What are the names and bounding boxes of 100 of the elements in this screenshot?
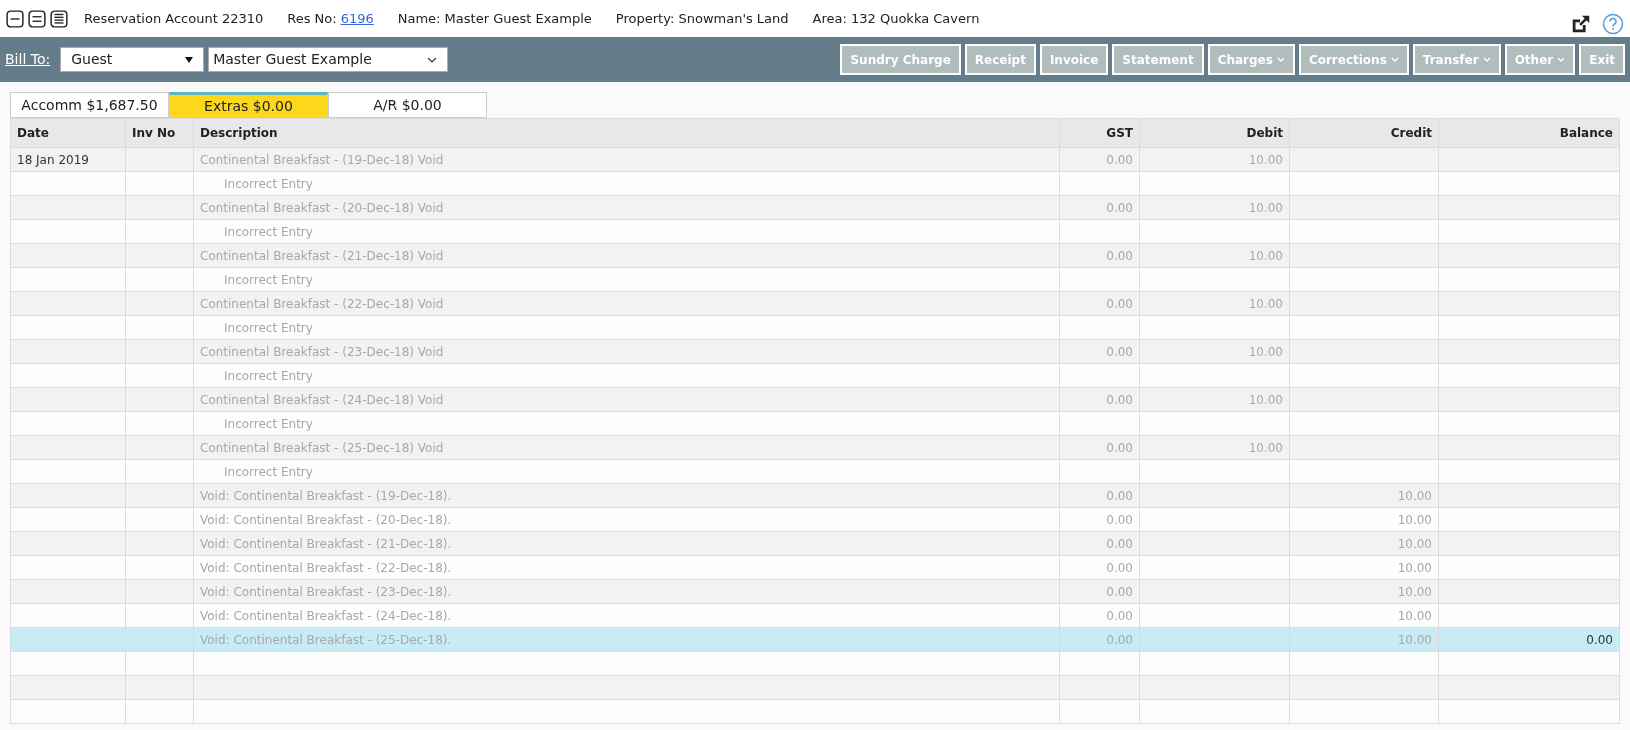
table-row[interactable]: Incorrect Entry (11, 460, 1620, 484)
table-cell-text: 0.00 (1106, 631, 1133, 649)
bill-to-select[interactable]: Guest (60, 47, 205, 72)
caret-down-icon (185, 56, 194, 63)
column-header: Credit (1390, 125, 1432, 142)
table-row[interactable]: Continental Breakfast - (25-Dec-18) Void 0.00 10.00 (11, 436, 1620, 460)
table-row[interactable]: Void: Continental Breakfast - (23-Dec-18). 0.00 10.00 (11, 580, 1620, 604)
table-cell-text: 10.00 (1397, 631, 1432, 649)
table-row[interactable]: Continental Breakfast - (23-Dec-18) Void 0.00 10.00 (11, 340, 1620, 364)
column-header: Description (200, 125, 278, 142)
table-cell-text: Void: Continental Breakfast - (22-Dec-18). (200, 559, 452, 577)
toolbar-button[interactable]: Sundry Charge (840, 44, 961, 75)
column-header: Date (17, 125, 49, 142)
table-cell-text: Continental Breakfast - (22-Dec-18) Void (200, 295, 444, 313)
table-cell-text: Incorrect Entry (223, 223, 313, 241)
column-header: Debit (1246, 125, 1283, 142)
table-row[interactable]: Void: Continental Breakfast - (21-Dec-18). 0.00 10.00 (11, 532, 1620, 556)
toolbar-button[interactable]: Charges (1207, 44, 1295, 75)
panel-icon[interactable] (28, 9, 46, 28)
toolbar-button[interactable]: Receipt (964, 44, 1036, 75)
toolbar-button[interactable]: Other (1504, 44, 1576, 75)
table-cell-text: 10.00 (1248, 439, 1283, 457)
area-name: Area: 132 Quokka Cavern (812, 9, 980, 28)
table-cell-text: Continental Breakfast - (21-Dec-18) Void (200, 247, 444, 265)
toolbar-button[interactable]: Invoice (1039, 44, 1109, 75)
table-cell-text: Incorrect Entry (223, 367, 313, 385)
table-cell-text: 10.00 (1397, 607, 1432, 625)
column-header: Balance (1559, 125, 1613, 142)
table-cell-text: 10.00 (1248, 151, 1283, 169)
table-row[interactable]: Continental Breakfast - (21-Dec-18) Void 0.00 10.00 (11, 244, 1620, 268)
chevron-down-icon (1390, 57, 1399, 62)
column-header: Inv No (132, 125, 176, 142)
chevron-down-icon (1276, 57, 1285, 62)
column-header: GST (1106, 125, 1133, 142)
table-cell-text: Incorrect Entry (223, 319, 313, 337)
table-row[interactable]: Incorrect Entry (11, 268, 1620, 292)
table-cell-text: Incorrect Entry (223, 415, 313, 433)
table-cell-text: 0.00 (1106, 439, 1133, 457)
table-row[interactable]: Incorrect Entry (11, 364, 1620, 388)
toolbar-button[interactable]: Transfer (1412, 44, 1501, 75)
table-cell-text: 0.00 (1106, 151, 1133, 169)
table-row[interactable]: Incorrect Entry (11, 316, 1620, 340)
help-icon[interactable] (1602, 12, 1624, 35)
table-cell-text: 10.00 (1248, 199, 1283, 217)
table-row[interactable]: Void: Continental Breakfast - (19-Dec-18). 0.00 10.00 (11, 484, 1620, 508)
toolbar-button[interactable]: Statement (1112, 44, 1204, 75)
table-row[interactable]: Incorrect Entry (11, 412, 1620, 436)
table-row[interactable]: 18 Jan 2019 Continental Breakfast - (19-Dec-18) Void 0.00 10.00 (11, 148, 1620, 172)
tab[interactable]: Accomm $1,687.50 (10, 92, 169, 118)
table-cell-text: Continental Breakfast - (20-Dec-18) Void (200, 199, 444, 217)
table-cell-text: Void: Continental Breakfast - (25-Dec-18). (200, 631, 452, 649)
table-row[interactable]: Void: Continental Breakfast - (20-Dec-18). 0.00 10.00 (11, 508, 1620, 532)
table-row[interactable]: Void: Continental Breakfast - (25-Dec-18). 0.00 10.00 0.00 (11, 628, 1620, 652)
panel-icon[interactable] (50, 9, 68, 28)
table-cell-text: 10.00 (1397, 535, 1432, 553)
table-cell-text: 10.00 (1397, 511, 1432, 529)
account-title: Reservation Account 22310 (84, 9, 264, 28)
table-row[interactable]: Continental Breakfast - (20-Dec-18) Void 0.00 10.00 (11, 196, 1620, 220)
table-cell-text: 10.00 (1248, 247, 1283, 265)
toolbar-button[interactable]: Exit (1579, 44, 1625, 75)
table-cell-text: Void: Continental Breakfast - (21-Dec-18). (200, 535, 452, 553)
table-cell-text: 10.00 (1248, 343, 1283, 361)
table-cell-text: 0.00 (1106, 343, 1133, 361)
toolbar-button[interactable]: Corrections (1298, 44, 1409, 75)
guest-select[interactable]: Master Guest Example (208, 47, 449, 72)
table-cell-text: 10.00 (1397, 583, 1432, 601)
table-row[interactable]: Void: Continental Breakfast - (24-Dec-18). 0.00 10.00 (11, 604, 1620, 628)
table-row[interactable]: Void: Continental Breakfast - (22-Dec-18). 0.00 10.00 (11, 556, 1620, 580)
table-row[interactable]: Incorrect Entry (11, 220, 1620, 244)
table-cell-text: Void: Continental Breakfast - (24-Dec-18). (200, 607, 452, 625)
table-cell-text: 0.00 (1106, 607, 1133, 625)
tab[interactable]: Extras $0.00 (169, 92, 328, 118)
table-cell-text: Continental Breakfast - (19-Dec-18) Void (200, 151, 444, 169)
table-cell-text: Continental Breakfast - (25-Dec-18) Void (200, 439, 444, 457)
table-cell-text: Void: Continental Breakfast - (19-Dec-18). (200, 487, 452, 505)
chevron-down-icon (427, 56, 438, 63)
table-cell-text: 0.00 (1106, 583, 1133, 601)
panel-icon[interactable] (6, 9, 24, 28)
res-no-link[interactable]: 6196 (340, 8, 374, 29)
table-cell-text: 0.00 (1586, 631, 1613, 649)
chevron-down-icon (1557, 57, 1566, 62)
bill-to-link[interactable]: Bill To: (5, 49, 51, 70)
res-no-label: Res No: (287, 9, 337, 28)
table-cell-text: Incorrect Entry (223, 175, 313, 193)
table-cell-text: Incorrect Entry (223, 271, 313, 289)
table-row[interactable]: Incorrect Entry (11, 172, 1620, 196)
table-cell-text: 0.00 (1106, 391, 1133, 409)
chevron-down-icon (1482, 57, 1491, 62)
table-cell-text: 10.00 (1397, 487, 1432, 505)
property-name: Property: Snowman's Land (615, 9, 789, 28)
tab[interactable]: A/R $0.00 (328, 92, 487, 118)
table-cell-text: 18 Jan 2019 (17, 151, 89, 169)
table-cell-text: 0.00 (1106, 559, 1133, 577)
table-row[interactable]: Continental Breakfast - (22-Dec-18) Void 0.00 10.00 (11, 292, 1620, 316)
table-row[interactable]: Continental Breakfast - (24-Dec-18) Void 0.00 10.00 (11, 388, 1620, 412)
guest-name: Name: Master Guest Example (397, 9, 592, 28)
table-cell-text: 10.00 (1248, 391, 1283, 409)
table-cell-text: 0.00 (1106, 247, 1133, 265)
table-cell-text: 0.00 (1106, 487, 1133, 505)
table-cell-text: 10.00 (1397, 559, 1432, 577)
